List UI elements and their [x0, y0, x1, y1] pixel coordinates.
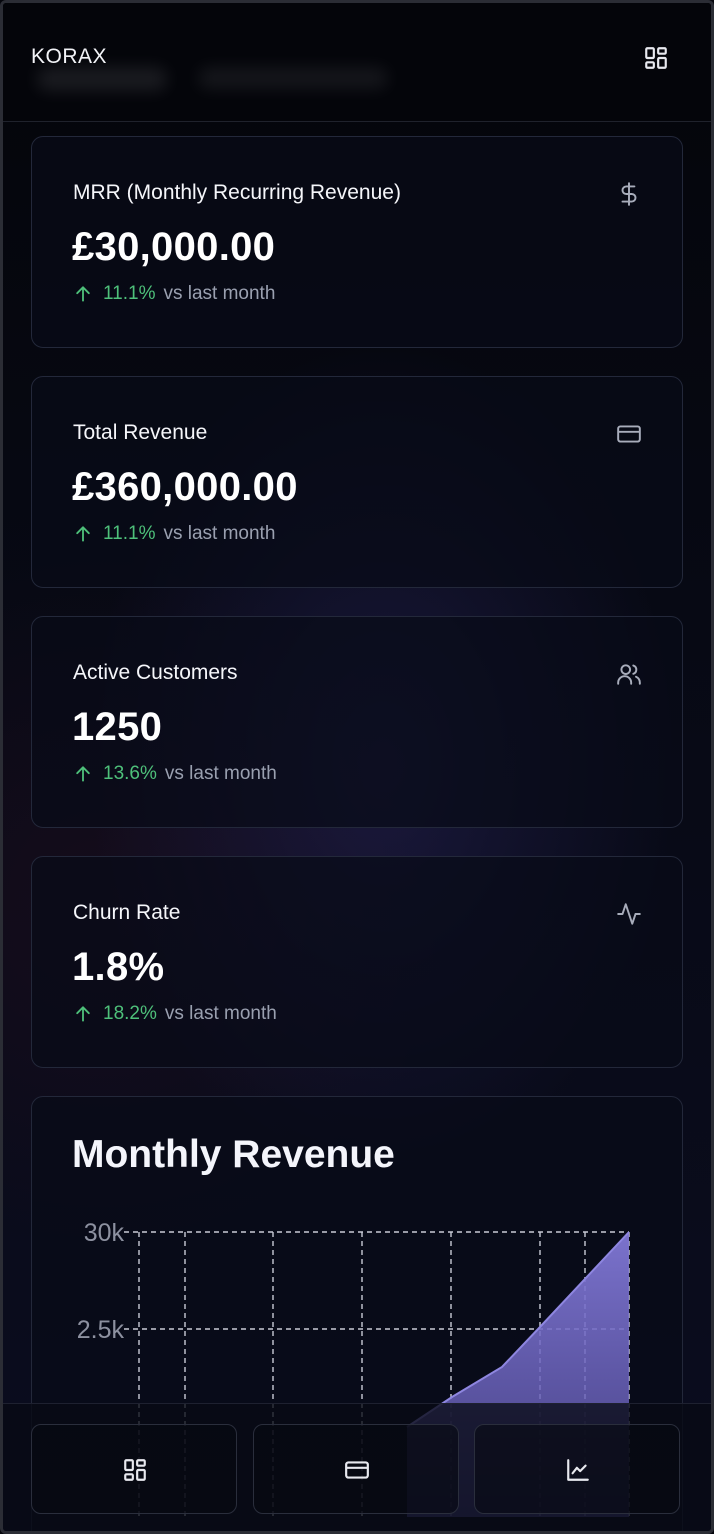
dashboard-grid-icon[interactable]: [643, 45, 669, 71]
stat-label: Active Customers: [73, 661, 238, 684]
stat-change: 13.6% vs last month: [73, 763, 277, 785]
arrow-up-icon: [76, 1006, 90, 1022]
stat-label: Total Revenue: [73, 421, 208, 444]
mrr-card: MRR (Monthly Recurring Revenue) £30,000.…: [31, 136, 683, 348]
stat-value: 1.8%: [72, 945, 165, 989]
arrow-up-icon: [76, 766, 90, 782]
activity-icon: [617, 903, 641, 925]
dashboard-grid-icon: [124, 1459, 146, 1481]
stat-change: 18.2% vs last month: [73, 1003, 277, 1025]
stat-change: 11.1% vs last month: [73, 283, 275, 305]
nav-billing-button[interactable]: [253, 1424, 459, 1514]
app-header: KORAX: [3, 3, 711, 122]
stat-value: 1250: [72, 705, 163, 749]
blurred-text: [198, 67, 388, 89]
change-percent: 11.1%: [103, 523, 156, 544]
nav-analytics-button[interactable]: [474, 1424, 680, 1514]
y-tick-label: 30k: [84, 1219, 125, 1247]
stat-label: MRR (Monthly Recurring Revenue): [73, 181, 401, 204]
arrow-up-icon: [76, 286, 90, 302]
dollar-icon: [621, 182, 637, 206]
y-tick-label: 2.5k: [77, 1316, 125, 1344]
stat-value: £360,000.00: [72, 465, 298, 509]
credit-card-icon: [617, 425, 641, 443]
nav-dashboard-button[interactable]: [31, 1424, 237, 1514]
stat-label: Churn Rate: [73, 901, 181, 924]
change-comparison: vs last month: [164, 1003, 277, 1024]
change-comparison: vs last month: [163, 523, 276, 544]
app-frame: KORAX MRR (Monthly Recurring Revenue) £3…: [0, 0, 714, 1534]
bottom-nav: [3, 1403, 711, 1531]
brand-logo[interactable]: KORAX: [31, 45, 107, 69]
change-comparison: vs last month: [163, 283, 276, 304]
credit-card-icon: [345, 1461, 369, 1479]
change-percent: 13.6%: [103, 763, 157, 784]
stat-change: 11.1% vs last month: [73, 523, 275, 545]
users-icon: [617, 664, 641, 685]
blurred-text: [37, 67, 167, 91]
change-comparison: vs last month: [164, 763, 277, 784]
line-chart-icon: [567, 1459, 589, 1481]
change-percent: 18.2%: [103, 1003, 157, 1024]
total-revenue-card: Total Revenue £360,000.00 11.1% vs last …: [31, 376, 683, 588]
active-customers-card: Active Customers 1250 13.6% vs last mont…: [31, 616, 683, 828]
churn-rate-card: Churn Rate 1.8% 18.2% vs last month: [31, 856, 683, 1068]
stat-value: £30,000.00: [72, 225, 276, 269]
arrow-up-icon: [76, 526, 90, 542]
change-percent: 11.1%: [103, 283, 156, 304]
